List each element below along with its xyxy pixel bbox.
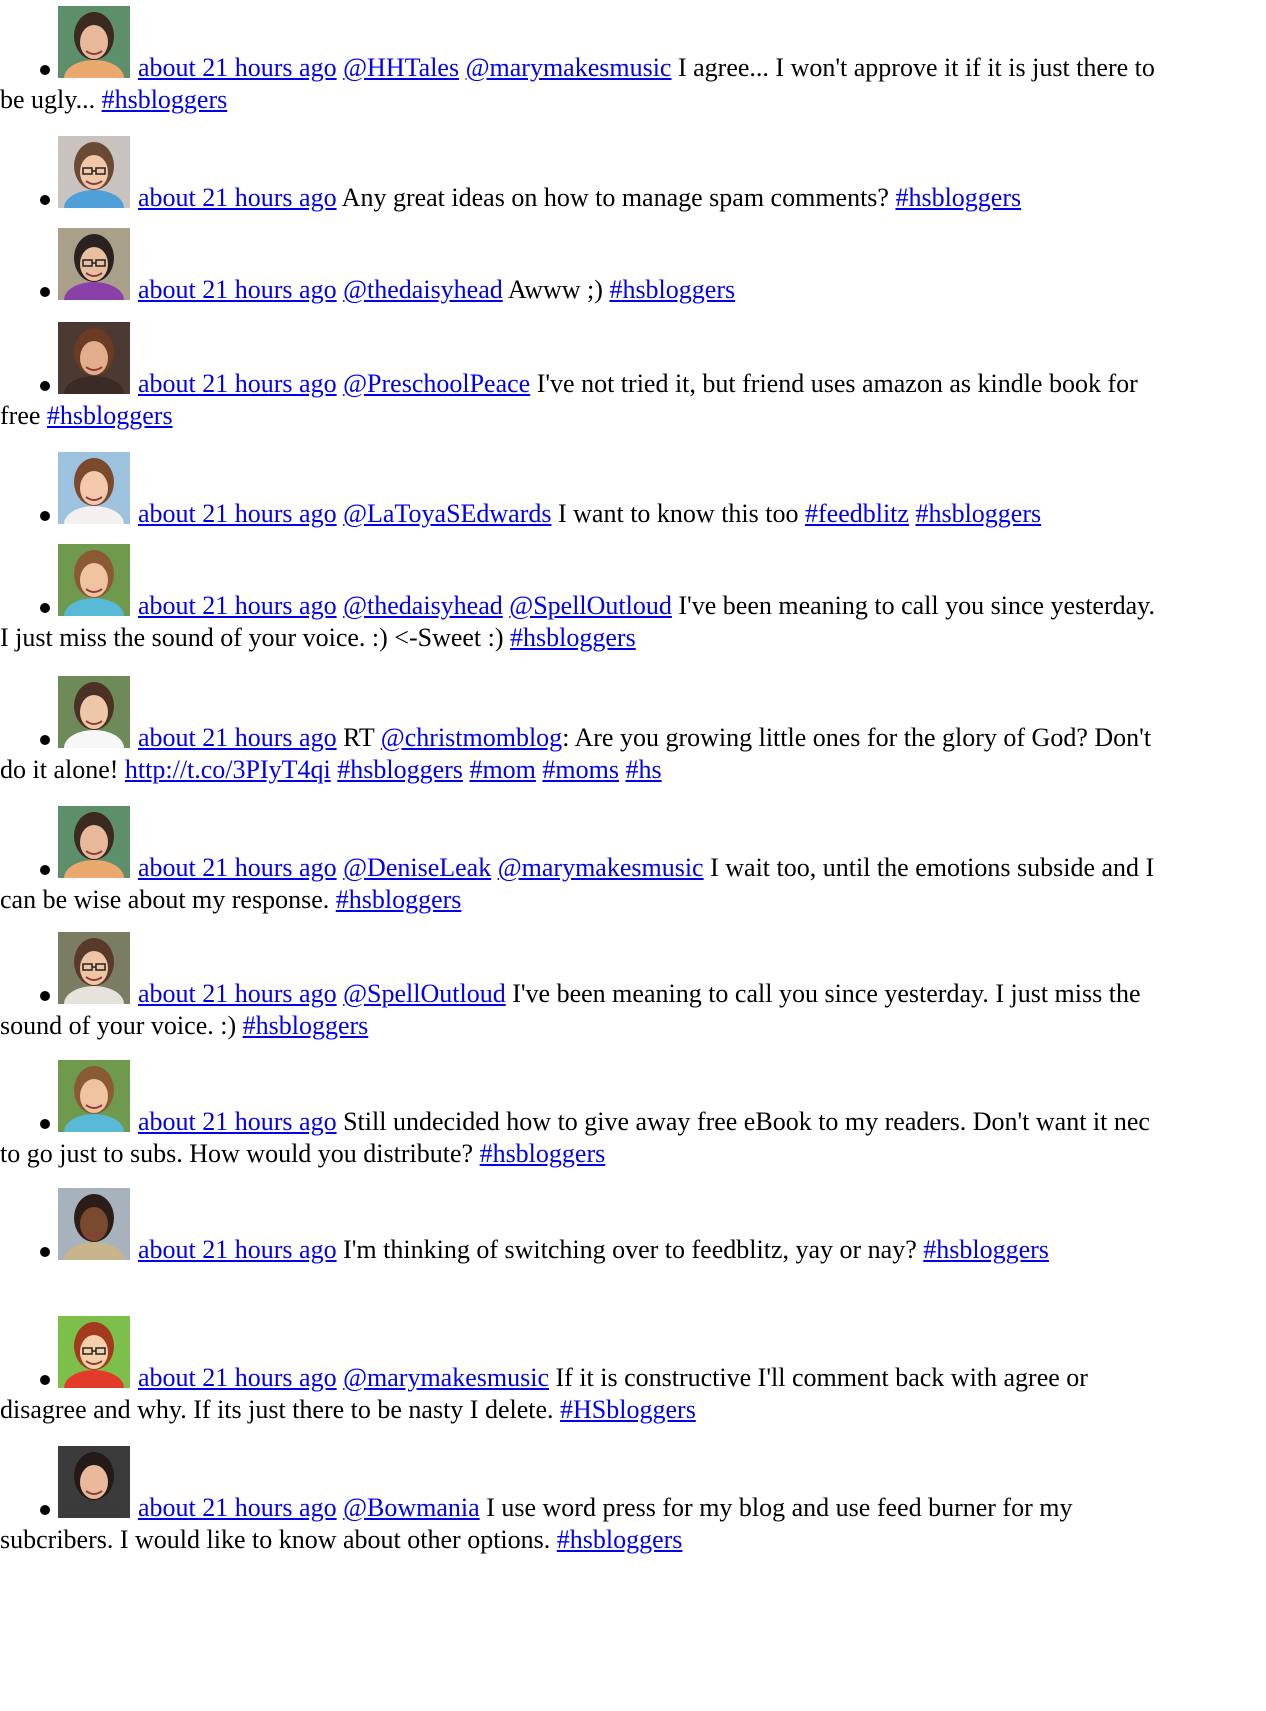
- tweet-timestamp-link[interactable]: about 21 hours ago: [138, 275, 337, 304]
- hashtag-link[interactable]: #moms: [542, 755, 619, 784]
- tweet-timestamp-link[interactable]: about 21 hours ago: [138, 369, 337, 398]
- tweet-body-text: Any great ideas on how to manage spam co…: [341, 183, 896, 212]
- tweet-timestamp-link[interactable]: about 21 hours ago: [138, 1235, 337, 1264]
- tweet-text: about 21 hours ago Any great ideas on ho…: [0, 182, 1160, 214]
- tweet-body-text: I'm thinking of switching over to feedbl…: [343, 1235, 924, 1264]
- tweet-text: about 21 hours ago @SpellOutloud I've be…: [0, 978, 1160, 1042]
- tweet-timestamp-link[interactable]: about 21 hours ago: [138, 723, 337, 752]
- mention-link[interactable]: @DeniseLeak: [343, 853, 491, 882]
- tweet-timestamp-link[interactable]: about 21 hours ago: [138, 499, 337, 528]
- mention-link[interactable]: @HHTales: [343, 53, 459, 82]
- tweet-timestamp-link[interactable]: about 21 hours ago: [138, 591, 337, 620]
- tweet-timestamp-link[interactable]: about 21 hours ago: [138, 53, 337, 82]
- tweet-text: about 21 hours ago I'm thinking of switc…: [0, 1234, 1160, 1266]
- mention-link[interactable]: @SpellOutloud: [343, 979, 506, 1008]
- tweet-text: about 21 hours ago @Bowmania I use word …: [0, 1492, 1160, 1556]
- hashtag-link[interactable]: #mom: [469, 755, 535, 784]
- mention-link[interactable]: @marymakesmusic: [498, 853, 704, 882]
- tweet-timestamp-link[interactable]: about 21 hours ago: [138, 183, 337, 212]
- hashtag-link[interactable]: #hs: [625, 755, 661, 784]
- tweet-body-text: RT: [343, 723, 381, 752]
- tweet-text: about 21 hours ago Still undecided how t…: [0, 1106, 1160, 1170]
- mention-link[interactable]: @SpellOutloud: [509, 591, 672, 620]
- tweet-text: about 21 hours ago @DeniseLeak @marymake…: [0, 852, 1160, 916]
- tweet-timestamp-link[interactable]: about 21 hours ago: [138, 1363, 337, 1392]
- tweet-timestamp-link[interactable]: about 21 hours ago: [138, 853, 337, 882]
- tweet-text: about 21 hours ago @PreschoolPeace I've …: [0, 368, 1160, 432]
- hashtag-link[interactable]: #hsbloggers: [609, 275, 735, 304]
- tweet-text: about 21 hours ago @thedaisyhead @SpellO…: [0, 590, 1160, 654]
- mention-link[interactable]: @christmomblog: [381, 723, 562, 752]
- hashtag-link[interactable]: #hsbloggers: [923, 1235, 1049, 1264]
- hashtag-link[interactable]: #hsbloggers: [895, 183, 1021, 212]
- hashtag-link[interactable]: #feedblitz: [805, 499, 909, 528]
- hashtag-link[interactable]: #hsbloggers: [557, 1525, 683, 1554]
- mention-link[interactable]: @marymakesmusic: [343, 1363, 549, 1392]
- mention-link[interactable]: @marymakesmusic: [466, 53, 672, 82]
- tweet-body-text: Awww ;): [502, 275, 610, 304]
- hashtag-link[interactable]: #hsbloggers: [336, 885, 462, 914]
- hashtag-link[interactable]: #hsbloggers: [510, 623, 636, 652]
- hashtag-link[interactable]: #hsbloggers: [915, 499, 1041, 528]
- hashtag-link[interactable]: #hsbloggers: [243, 1011, 369, 1040]
- tweet-text: about 21 hours ago @marymakesmusic If it…: [0, 1362, 1160, 1426]
- mention-link[interactable]: @PreschoolPeace: [343, 369, 530, 398]
- tweet-text: about 21 hours ago RT @christmomblog: Ar…: [0, 722, 1160, 786]
- url-link[interactable]: http://t.co/3PIyT4qi: [125, 755, 331, 784]
- mention-link[interactable]: @thedaisyhead: [343, 275, 503, 304]
- mention-link[interactable]: @LaToyaSEdwards: [343, 499, 551, 528]
- hashtag-link[interactable]: #hsbloggers: [47, 401, 173, 430]
- tweet-text: about 21 hours ago @HHTales @marymakesmu…: [0, 52, 1160, 116]
- tweet-text: about 21 hours ago @LaToyaSEdwards I wan…: [0, 498, 1160, 530]
- tweet-body-text: I want to know this too: [551, 499, 805, 528]
- tweet-text: about 21 hours ago @thedaisyhead Awww ;)…: [0, 274, 1160, 306]
- hashtag-link[interactable]: #HSbloggers: [560, 1395, 696, 1424]
- hashtag-link[interactable]: #hsbloggers: [480, 1139, 606, 1168]
- tweet-timestamp-link[interactable]: about 21 hours ago: [138, 979, 337, 1008]
- hashtag-link[interactable]: #hsbloggers: [337, 755, 463, 784]
- mention-link[interactable]: @thedaisyhead: [343, 591, 503, 620]
- hashtag-link[interactable]: #hsbloggers: [102, 85, 228, 114]
- mention-link[interactable]: @Bowmania: [343, 1493, 480, 1522]
- tweet-timestamp-link[interactable]: about 21 hours ago: [138, 1493, 337, 1522]
- tweet-timestamp-link[interactable]: about 21 hours ago: [138, 1107, 337, 1136]
